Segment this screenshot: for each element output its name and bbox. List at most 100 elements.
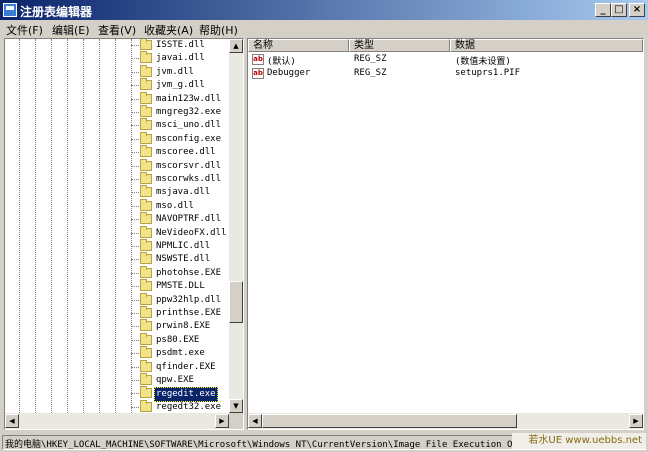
tree-scroll-thumb[interactable] <box>229 281 243 323</box>
menu-help[interactable]: 帮助(H) <box>199 22 238 38</box>
value-type: REG_SZ <box>354 54 387 64</box>
tree-node[interactable]: msconfig.exe <box>5 131 229 146</box>
tree-node-label: jvm.dll <box>156 66 194 77</box>
tree-node[interactable]: printhse.EXE <box>5 306 229 320</box>
folder-icon <box>140 118 152 131</box>
values-scroll-thumb[interactable] <box>262 414 517 428</box>
title-bar: 注册表编辑器 _ □ × <box>0 0 648 20</box>
tree-connector <box>131 71 139 73</box>
value-data: (数值未设置) <box>455 57 511 67</box>
values-horizontal-scrollbar[interactable]: ◀ ▶ <box>248 413 643 429</box>
tree-node[interactable]: jvm.dll <box>5 64 229 79</box>
tree-node-label: ppw32hlp.dll <box>156 294 222 305</box>
registry-editor-icon <box>3 3 17 17</box>
tree-connector <box>131 326 139 328</box>
tree-node[interactable]: msci_uno.dll <box>5 118 229 132</box>
tree-node-label: mscorsvr.dll <box>156 160 222 171</box>
tree-node[interactable]: main123w.dll <box>5 91 229 106</box>
tree-node-label: NSWSTE.dll <box>156 254 211 265</box>
column-header-type[interactable]: 类型 <box>349 39 450 52</box>
menu-view[interactable]: 查看(V) <box>98 22 136 38</box>
tree-node[interactable]: ps80.EXE <box>5 332 229 347</box>
tree-node[interactable]: NSWSTE.dll <box>5 252 229 266</box>
folder-icon <box>140 185 152 198</box>
folder-icon <box>140 292 152 305</box>
tree-connector <box>131 353 139 355</box>
scroll-down-button[interactable]: ▼ <box>229 399 243 413</box>
folder-icon <box>140 198 152 211</box>
string-value-icon: ab <box>252 54 264 65</box>
tree-connector <box>131 393 139 395</box>
tree-node-label: qpw.EXE <box>156 375 194 385</box>
tree-node[interactable]: photohse.EXE <box>5 265 229 280</box>
scroll-left-button[interactable]: ◀ <box>5 414 19 428</box>
tree-node[interactable]: javai.dll <box>5 51 229 65</box>
menu-edit[interactable]: 编辑(E) <box>52 22 90 38</box>
tree-node-label: msconfig.exe <box>156 133 222 144</box>
tree-vertical-scrollbar[interactable]: ▲ ▼ <box>229 39 243 413</box>
restore-button[interactable]: □ <box>611 3 627 17</box>
tree-node[interactable]: NPMLIC.dll <box>5 239 229 253</box>
tree-connector <box>131 205 139 207</box>
tree-node[interactable]: NeVideoFX.dll <box>5 225 229 240</box>
tree-connector <box>131 138 139 140</box>
folder-icon <box>140 359 152 372</box>
tree-node[interactable]: mscorsvr.dll <box>5 158 229 173</box>
value-row[interactable]: ab (默认) REG_SZ (数值未设置) <box>248 53 643 67</box>
tree-connector <box>131 85 139 87</box>
registry-tree-pane: ISSTE.dll javai.dll jvm.dll jvm_g.dll main12… <box>4 38 244 430</box>
menu-file[interactable]: 文件(F) <box>6 22 43 38</box>
tree-node-label: main123w.dll <box>156 93 222 104</box>
watermark-logo: 若水UE www.uebbs.net <box>512 433 646 449</box>
tree-connector <box>131 192 139 194</box>
string-value-icon: ab <box>252 68 264 79</box>
tree-node[interactable]: jvm_g.dll <box>5 78 229 92</box>
value-name: (默认) <box>267 57 296 67</box>
scroll-right-button[interactable]: ▶ <box>215 414 229 428</box>
close-button[interactable]: × <box>629 3 645 17</box>
window-title: 注册表编辑器 <box>20 5 93 19</box>
tree-node[interactable]: NAVOPTRF.dll <box>5 212 229 226</box>
tree-connector <box>131 339 139 341</box>
menu-favorites[interactable]: 收藏夹(A) <box>144 22 193 38</box>
tree-node-label: ISSTE.dll <box>156 40 205 50</box>
tree-connector <box>131 286 139 288</box>
tree-node[interactable]: ppw32hlp.dll <box>5 292 229 307</box>
scroll-up-button[interactable]: ▲ <box>229 39 243 53</box>
tree-connector <box>131 313 139 314</box>
tree-node-label: qfinder.EXE <box>156 361 216 372</box>
folder-icon <box>140 373 152 385</box>
tree-node[interactable]: qpw.EXE <box>5 373 229 387</box>
minimize-button[interactable]: _ <box>595 3 611 17</box>
tree-connector <box>131 45 139 46</box>
tree-node[interactable]: ISSTE.dll <box>5 39 229 52</box>
tree-connector <box>131 232 139 234</box>
value-type: REG_SZ <box>354 68 387 78</box>
scroll-left-button[interactable]: ◀ <box>248 414 262 428</box>
tree-node[interactable]: regedit.exe <box>5 386 229 403</box>
folder-icon <box>140 158 152 171</box>
tree-horizontal-scrollbar[interactable]: ◀ ▶ <box>5 413 229 429</box>
tree-node[interactable]: mso.dll <box>5 198 229 213</box>
tree-node-label: javai.dll <box>156 53 205 64</box>
tree-node[interactable]: msjava.dll <box>5 185 229 199</box>
folder-icon <box>140 346 152 359</box>
tree-node[interactable]: prwin8.EXE <box>5 319 229 333</box>
column-header-name[interactable]: 名称 <box>248 39 349 52</box>
tree-node[interactable]: mscoree.dll <box>5 145 229 159</box>
tree-node[interactable]: regedt32.exe <box>5 399 229 413</box>
column-header-data[interactable]: 数据 <box>450 39 643 52</box>
tree-connector <box>131 406 139 408</box>
tree-node[interactable]: qfinder.EXE <box>5 359 229 374</box>
value-row[interactable]: ab Debugger REG_SZ setuprs1.PIF <box>248 67 643 81</box>
tree-node[interactable]: psdmt.exe <box>5 346 229 360</box>
scroll-right-button[interactable]: ▶ <box>629 414 643 428</box>
tree-node[interactable]: mscorwks.dll <box>5 172 229 186</box>
tree-connector <box>131 246 139 247</box>
tree-connector <box>131 272 139 274</box>
tree-node-label: regedt32.exe <box>156 401 222 412</box>
tree-node[interactable]: PMSTE.DLL <box>5 279 229 293</box>
tree-node[interactable]: mngreg32.exe <box>5 105 229 119</box>
folder-icon <box>140 172 152 184</box>
tree-node-label: mscorwks.dll <box>156 174 222 184</box>
